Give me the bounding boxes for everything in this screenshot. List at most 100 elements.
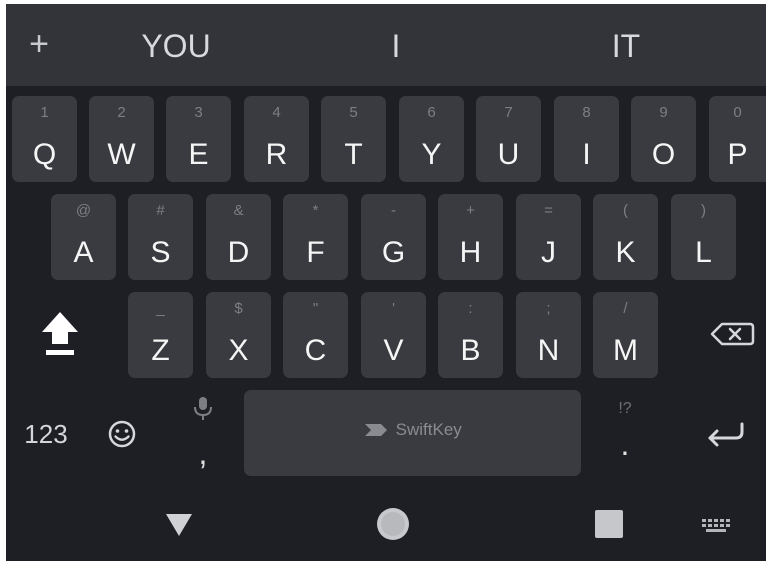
space-bar[interactable]: SwiftKey xyxy=(244,390,581,476)
period-hint: !? xyxy=(618,400,632,417)
suggestion-center[interactable]: I xyxy=(366,24,426,68)
key-a[interactable]: @ A xyxy=(51,194,116,280)
key-v[interactable]: ' V xyxy=(361,292,426,378)
backspace-icon xyxy=(710,322,755,346)
microphone-icon xyxy=(194,397,212,420)
key-hint: = xyxy=(544,202,553,219)
key-u[interactable]: 7 U xyxy=(476,96,541,182)
key-b[interactable]: : B xyxy=(438,292,503,378)
key-d[interactable]: & D xyxy=(206,194,271,280)
key-hint: " xyxy=(312,300,319,317)
key-label: B xyxy=(460,334,481,367)
key-hint: 7 xyxy=(504,104,513,121)
key-label: E xyxy=(188,138,209,171)
suggestion-right[interactable]: IT xyxy=(591,24,661,68)
key-hint: @ xyxy=(75,202,92,219)
key-p[interactable]: 0 P xyxy=(709,96,766,182)
key-x[interactable]: $ X xyxy=(206,292,271,378)
key-h[interactable]: + H xyxy=(438,194,503,280)
key-hint: ( xyxy=(623,202,628,219)
key-hint: $ xyxy=(234,300,243,317)
key-hint: ' xyxy=(392,300,395,317)
key-n[interactable]: ; N xyxy=(516,292,581,378)
comma-label: , xyxy=(198,435,208,471)
key-m[interactable]: / M xyxy=(593,292,658,378)
numbers-key[interactable]: 123 xyxy=(16,414,76,454)
home-circle-icon xyxy=(377,508,409,540)
key-e[interactable]: 3 E xyxy=(166,96,231,182)
key-hint: 8 xyxy=(582,104,591,121)
key-label: R xyxy=(265,138,288,171)
key-label: X xyxy=(228,334,249,367)
emoji-key[interactable] xyxy=(100,414,144,454)
key-label: G xyxy=(381,236,406,269)
key-label: H xyxy=(459,236,482,269)
back-triangle-icon xyxy=(166,514,192,536)
key-hint: _ xyxy=(156,300,165,317)
key-t[interactable]: 5 T xyxy=(321,96,386,182)
key-label: F xyxy=(306,236,325,269)
key-s[interactable]: # S xyxy=(128,194,193,280)
key-hint: + xyxy=(466,202,475,219)
key-label: O xyxy=(651,138,676,171)
key-i[interactable]: 8 I xyxy=(554,96,619,182)
key-r[interactable]: 4 R xyxy=(244,96,309,182)
key-label: U xyxy=(497,138,520,171)
period-key[interactable]: !? . xyxy=(600,396,650,476)
key-label: I xyxy=(582,138,591,171)
shift-icon xyxy=(42,312,78,355)
key-hint: * xyxy=(312,202,319,219)
enter-icon xyxy=(708,422,744,447)
nav-back-button[interactable] xyxy=(161,506,197,542)
key-hint: ) xyxy=(701,202,706,219)
key-o[interactable]: 9 O xyxy=(631,96,696,182)
key-c[interactable]: " C xyxy=(283,292,348,378)
keyboard-screen: + YOU I IT 1 Q 2 W 3 E 4 R 5 T 6 Y 7 U 8… xyxy=(6,4,766,561)
backspace-key[interactable] xyxy=(704,314,760,354)
key-w[interactable]: 2 W xyxy=(89,96,154,182)
key-label: A xyxy=(73,236,94,269)
recents-square-icon xyxy=(595,510,623,538)
key-hint: # xyxy=(156,202,165,219)
key-hint: 2 xyxy=(117,104,126,121)
key-k[interactable]: ( K xyxy=(593,194,658,280)
key-g[interactable]: - G xyxy=(361,194,426,280)
keyboard-switch-icon xyxy=(702,519,730,532)
add-word-button[interactable]: + xyxy=(24,22,54,66)
key-hint: 9 xyxy=(659,104,668,121)
swiftkey-logo: SwiftKey xyxy=(244,420,581,446)
key-j[interactable]: = J xyxy=(516,194,581,280)
key-hint: 3 xyxy=(194,104,203,121)
key-label: Z xyxy=(151,334,170,367)
nav-recents-button[interactable] xyxy=(592,507,626,541)
key-label: Y xyxy=(421,138,442,171)
swiftkey-logo-icon xyxy=(365,424,388,436)
key-label: S xyxy=(150,236,171,269)
key-hint: 1 xyxy=(40,104,49,121)
key-hint: 5 xyxy=(349,104,358,121)
key-label: T xyxy=(344,138,363,171)
key-label: P xyxy=(727,138,748,171)
key-hint: 4 xyxy=(272,104,281,121)
swiftkey-brand: SwiftKey xyxy=(395,420,462,439)
key-z[interactable]: _ Z xyxy=(128,292,193,378)
key-f[interactable]: * F xyxy=(283,194,348,280)
nav-keyboard-switch-button[interactable] xyxy=(696,512,736,538)
key-q[interactable]: 1 Q xyxy=(12,96,77,182)
key-l[interactable]: ) L xyxy=(671,194,736,280)
enter-key[interactable] xyxy=(698,412,754,456)
key-label: N xyxy=(537,334,560,367)
shift-key[interactable] xyxy=(32,304,88,364)
key-label: Q xyxy=(32,138,57,171)
suggestion-left[interactable]: YOU xyxy=(126,24,226,68)
key-label: K xyxy=(615,236,636,269)
comma-key[interactable]: , xyxy=(178,391,228,475)
key-y[interactable]: 6 Y xyxy=(399,96,464,182)
key-hint: : xyxy=(468,300,473,317)
keyboard: 1 Q 2 W 3 E 4 R 5 T 6 Y 7 U 8 I 9 O 0 P … xyxy=(6,86,766,561)
key-hint: ; xyxy=(546,300,551,317)
nav-home-button[interactable] xyxy=(374,505,412,543)
key-label: J xyxy=(541,236,556,269)
key-label: D xyxy=(227,236,250,269)
key-label: W xyxy=(107,138,136,171)
